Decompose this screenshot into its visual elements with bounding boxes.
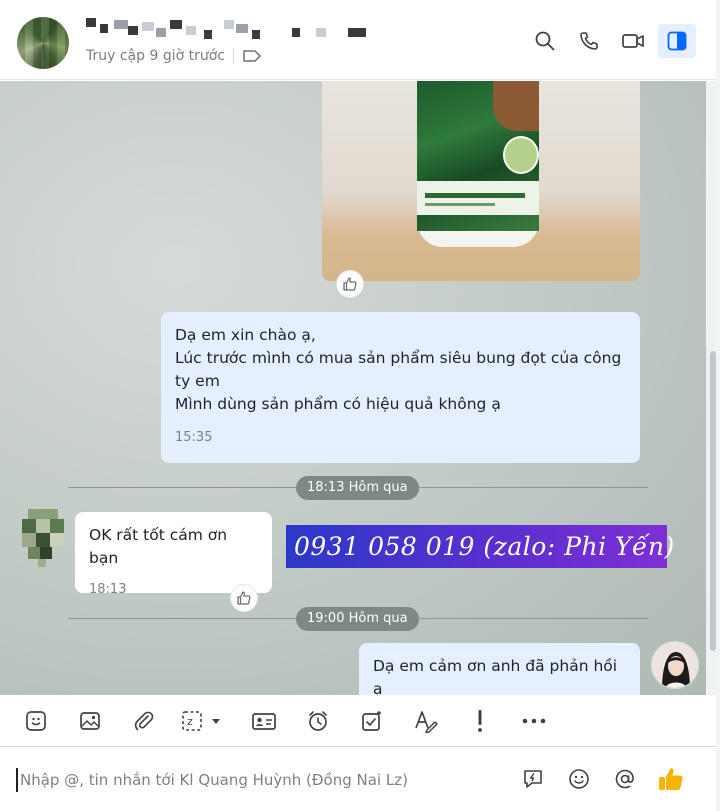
sticker-icon[interactable] (16, 703, 56, 739)
date-divider-label: 19:00 Hôm qua (296, 607, 419, 631)
image-icon[interactable] (70, 703, 110, 739)
contact-card-icon[interactable] (244, 703, 284, 739)
message-input[interactable] (16, 768, 496, 792)
product-bottle (417, 81, 539, 247)
format-text-icon[interactable] (406, 703, 446, 739)
date-divider-label: 18:13 Hôm qua (296, 476, 419, 500)
message-line: ty em (175, 372, 220, 390)
reminder-icon[interactable] (298, 703, 338, 739)
promo-phone-banner: 0931 058 019 (zalo: Phi Yến) (286, 525, 674, 568)
mention-icon[interactable] (610, 764, 640, 794)
bottle-label (417, 81, 539, 231)
tag-icon[interactable] (242, 49, 262, 63)
my-avatar[interactable] (651, 641, 699, 689)
phone-icon[interactable] (570, 24, 608, 58)
attachment-icon[interactable] (124, 703, 164, 739)
header-actions (526, 24, 696, 58)
last-seen-status: Truy cập 9 giờ trước (86, 48, 262, 64)
search-icon[interactable] (526, 24, 564, 58)
video-call-icon[interactable] (614, 24, 652, 58)
message-list[interactable]: Dạ em xin chào ạ, Lúc trước mình có mua … (0, 81, 706, 695)
screenshot-icon[interactable]: z (178, 703, 230, 739)
message-line: Dạ em xin chào ạ, (175, 326, 316, 344)
thumbs-up-outline-icon (343, 277, 357, 291)
task-icon[interactable] (352, 703, 392, 739)
product-photo[interactable] (322, 81, 640, 281)
composer-actions (518, 764, 686, 794)
message-bubble-sent[interactable]: Dạ em xin chào ạ, Lúc trước mình có mua … (161, 312, 640, 463)
react-like-button[interactable] (336, 270, 364, 298)
last-seen-text: Truy cập 9 giờ trước (86, 48, 226, 64)
separator (233, 49, 235, 63)
contact-avatar-small[interactable] (22, 509, 64, 567)
react-like-button[interactable] (230, 584, 258, 612)
message-bubble-sent[interactable]: Dạ em cảm ơn anh đã phản hồi ạ (359, 643, 640, 695)
urgent-icon[interactable] (460, 703, 500, 739)
message-line: Mình dùng sản phẩm có hiệu quả không ạ (175, 395, 501, 413)
message-bubble-received[interactable]: OK rất tốt cám ơn bạn 18:13 (75, 512, 272, 597)
contact-name-pixelated[interactable] (86, 18, 386, 42)
thumbs-up-outline-icon (237, 591, 251, 605)
sidebar-toggle-icon[interactable] (658, 24, 696, 58)
message-line: Lúc trước mình có mua sản phẩm siêu bung… (175, 349, 622, 367)
chat-header: Truy cập 9 giờ trước (0, 0, 716, 80)
composer-toolbar: z (0, 695, 716, 747)
message-time: 15:35 (175, 430, 213, 445)
message-text: Dạ em cảm ơn anh đã phản hồi ạ (373, 657, 623, 695)
message-text: OK rất tốt cám ơn bạn (89, 526, 233, 567)
svg-text:z: z (187, 715, 193, 728)
message-composer (0, 748, 716, 811)
quick-message-icon[interactable] (518, 764, 548, 794)
emoji-icon[interactable] (564, 764, 594, 794)
more-icon[interactable] (514, 703, 554, 739)
contact-avatar[interactable] (17, 17, 69, 69)
window-edge (716, 0, 720, 811)
thumbs-up-icon[interactable] (656, 764, 686, 794)
